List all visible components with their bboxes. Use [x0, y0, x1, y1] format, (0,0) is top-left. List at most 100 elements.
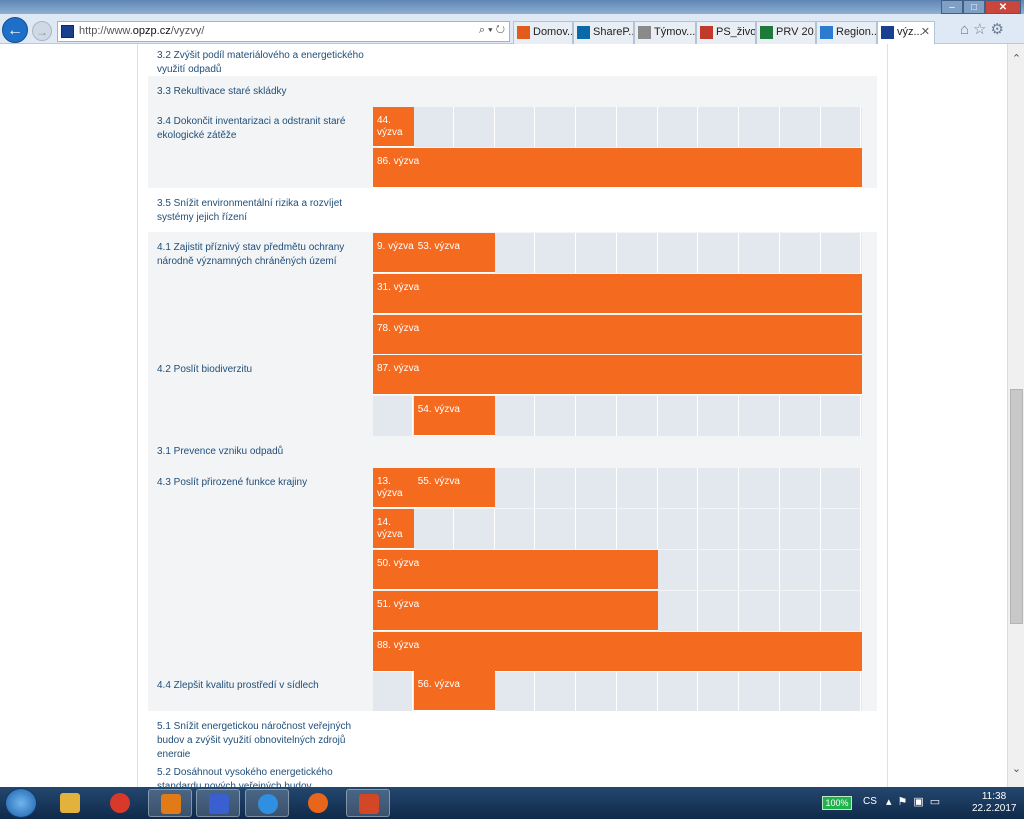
call-bar[interactable]: 55. výzva	[413, 468, 496, 508]
maximize-button[interactable]: □	[963, 0, 985, 14]
call-bar[interactable]: 56. výzva	[413, 671, 496, 711]
battery-indicator[interactable]: 100%	[822, 796, 852, 810]
browser-tab[interactable]: PRV 20...	[756, 21, 816, 44]
taskbar-app-powerpoint[interactable]	[346, 789, 390, 817]
timeline-cell	[781, 550, 821, 590]
taskbar-app-firefox[interactable]	[296, 789, 340, 817]
objective-label: 3.4 Dokončit inventarizaci a odstranit s…	[157, 116, 346, 141]
outlook-icon	[161, 794, 181, 814]
start-button[interactable]	[5, 788, 37, 818]
minimize-button[interactable]: –	[941, 0, 963, 14]
timeline-cell	[781, 671, 821, 711]
timeline-cell	[740, 509, 780, 549]
browser-tab[interactable]: výz... ✕	[877, 21, 935, 44]
taskbar-app-save[interactable]	[196, 789, 240, 817]
call-bar[interactable]: 50. výzva	[373, 550, 659, 590]
timeline-cell	[414, 107, 454, 147]
scroll-up-icon[interactable]: ⌃	[1008, 52, 1024, 66]
call-bar[interactable]: 13. výzva	[373, 468, 414, 508]
timeline-cell	[658, 468, 699, 508]
timeline-cell	[577, 107, 617, 147]
browser-tab[interactable]: Týmov...	[634, 21, 696, 44]
taskbar-app-explorer[interactable]	[48, 789, 92, 817]
timeline-cell	[536, 396, 576, 436]
call-bar[interactable]: 9. výzva	[373, 233, 414, 273]
timeline-cell	[699, 107, 739, 147]
call-bar[interactable]: 53. výzva	[413, 233, 496, 273]
timeline-cell	[495, 509, 536, 549]
objective-label: 5.2 Dosáhnout vysokého energetického sta…	[157, 767, 333, 787]
taskbar-app-outlook[interactable]	[148, 789, 192, 817]
arrow-right-icon: →	[36, 25, 48, 39]
call-bar[interactable]: 44. výzva	[373, 107, 414, 147]
tray-icons[interactable]: ▴⚑▣▭	[886, 795, 946, 808]
address-bar[interactable]: http://www.opzp.cz/vyzvy/ ⌕ ▾ ↻	[57, 21, 510, 42]
timeline-cell	[740, 396, 780, 436]
objective-label: 3.3 Rekultivace staré skládky	[157, 86, 287, 97]
forward-button[interactable]: →	[32, 21, 52, 41]
timeline-cell	[658, 396, 699, 436]
timeline-cell	[821, 233, 862, 273]
clock[interactable]: 11:38 22.2.2017	[972, 791, 1017, 815]
timeline-cell	[618, 233, 658, 273]
timeline-cell	[414, 509, 454, 549]
address-controls[interactable]: ⌕ ▾ ↻	[479, 24, 505, 37]
tab-close-icon[interactable]: ✕	[921, 22, 930, 43]
timeline-cell	[577, 468, 617, 508]
browser-tab[interactable]: PS_živo...	[696, 21, 756, 44]
timeline-cell	[495, 671, 536, 711]
scroll-down-icon[interactable]: ⌄	[1008, 762, 1024, 776]
vertical-scrollbar[interactable]: ⌃ ⌄	[1007, 44, 1024, 787]
tab-label: Region...	[836, 26, 877, 38]
timeline-cell	[781, 468, 821, 508]
tab-favicon-icon	[638, 26, 651, 39]
objective-row: 3.1 Prevence vzniku odpadů	[148, 436, 877, 467]
url-text[interactable]: http://www.opzp.cz/vyzvy/	[79, 25, 204, 37]
objective-row: 5.2 Dosáhnout vysokého energetického sta…	[148, 757, 877, 787]
timeline-cell	[781, 509, 821, 549]
taskbar-app-ie[interactable]	[245, 789, 289, 817]
timeline-cell	[699, 233, 739, 273]
timeline-track	[373, 107, 862, 147]
system-tray: 100% CS ▴⚑▣▭ 11:38 22.2.2017	[806, 787, 1024, 819]
call-bar[interactable]: 88. výzva	[373, 632, 862, 672]
clock-time: 11:38	[981, 791, 1007, 802]
timeline-cell	[618, 107, 658, 147]
timeline-cell	[821, 107, 862, 147]
timeline-cell	[495, 107, 536, 147]
timeline-cell	[495, 468, 536, 508]
timeline-cell	[740, 550, 780, 590]
browser-tab[interactable]: ShareP...	[573, 21, 634, 44]
tab-label: PRV 20...	[776, 26, 815, 38]
arrow-left-icon: ←	[7, 22, 23, 39]
call-bar[interactable]: 51. výzva	[373, 591, 659, 631]
timeline-cell	[699, 550, 739, 590]
tab-favicon-icon	[881, 26, 894, 39]
timeline-cell	[821, 550, 862, 590]
toolbar-icons[interactable]: ⌂☆⚙	[960, 20, 1008, 38]
objective-label: 3.1 Prevence vzniku odpadů	[157, 446, 284, 457]
timeline-cell	[658, 550, 699, 590]
taskbar-app-chrome[interactable]	[98, 789, 142, 817]
call-bar[interactable]: 87. výzva	[373, 355, 862, 395]
objective-label: 4.1 Zajistit příznivý stav předmětu ochr…	[157, 242, 345, 267]
timeline-cell	[781, 107, 821, 147]
call-bar[interactable]: 86. výzva	[373, 148, 862, 188]
tab-label: ShareP...	[593, 26, 634, 38]
tab-favicon-icon	[700, 26, 713, 39]
call-bar[interactable]: 54. výzva	[413, 396, 496, 436]
tab-label: Týmov...	[654, 26, 696, 38]
timeline-cell	[658, 671, 699, 711]
language-indicator[interactable]: CS	[863, 796, 877, 807]
page-viewport: 3.2 Zvýšit podíl materiálového a energet…	[0, 44, 1007, 787]
call-bar[interactable]: 78. výzva	[373, 315, 862, 355]
objective-row: 3.2 Zvýšit podíl materiálového a energet…	[148, 44, 877, 75]
browser-tab[interactable]: Domov...	[513, 21, 573, 44]
call-bar[interactable]: 31. výzva	[373, 274, 862, 314]
scrollbar-thumb[interactable]	[1010, 389, 1023, 624]
back-button[interactable]: ←	[2, 17, 28, 43]
timeline-cell	[536, 509, 576, 549]
close-window-button[interactable]: ✕	[985, 0, 1021, 14]
browser-tab[interactable]: Region...	[816, 21, 877, 44]
call-bar[interactable]: 14. výzva	[373, 509, 414, 549]
